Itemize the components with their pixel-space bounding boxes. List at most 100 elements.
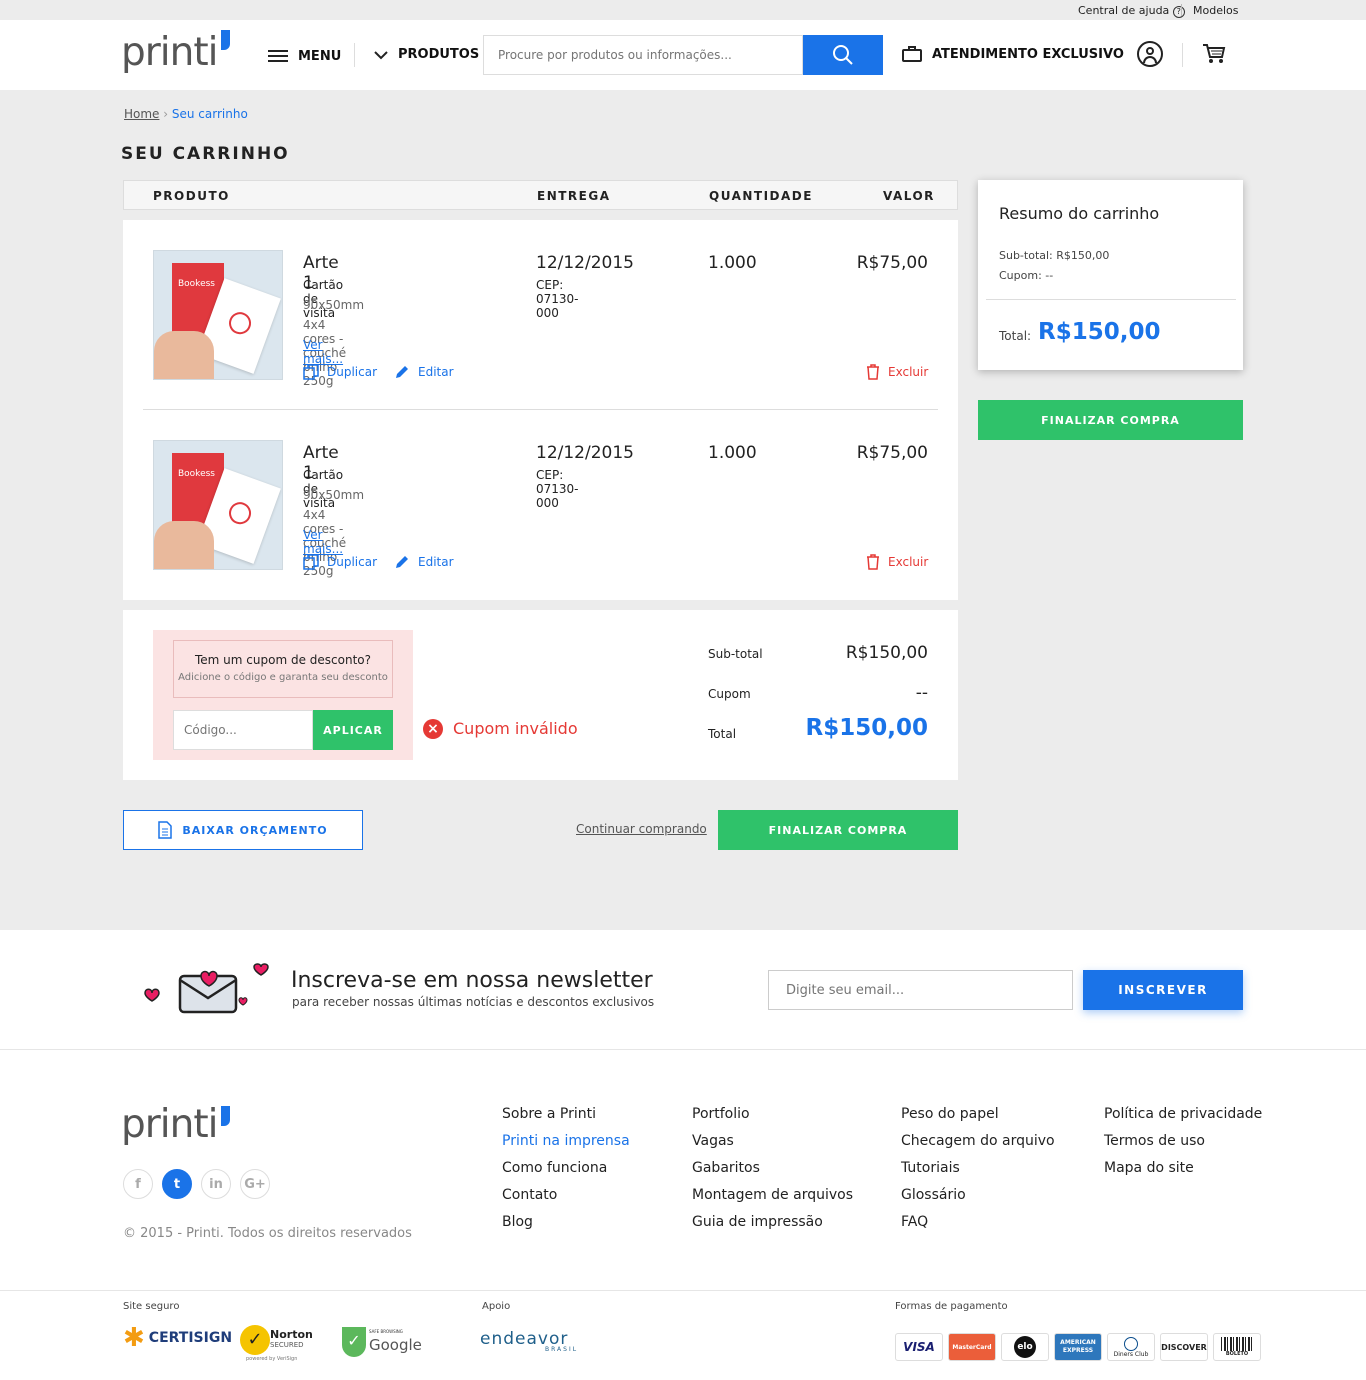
footer-link-paper-weight[interactable]: Peso do papel [901,1106,1055,1122]
search-input[interactable] [483,35,803,75]
see-more-link[interactable]: Ver mais... [303,528,343,556]
summary-subtotal: Sub-total: R$150,00 [999,249,1110,262]
top-bar: Central de ajuda ? Modelos [0,0,1366,20]
models-link[interactable]: Modelos [1193,4,1239,17]
footer-link-portfolio[interactable]: Portfolio [692,1106,853,1122]
footer-link-file-assembly[interactable]: Montagem de arquivos [692,1187,853,1203]
footer-link-terms[interactable]: Termos de uso [1104,1133,1262,1149]
footer-col-4: Política de privacidade Termos de uso Ma… [1104,1106,1262,1187]
duplicate-label: Duplicar [327,555,378,569]
user-account-icon[interactable] [1137,41,1163,67]
cart-icon[interactable] [1202,43,1226,65]
footer-link-contact[interactable]: Contato [502,1187,630,1203]
exclusive-support-link[interactable]: ATENDIMENTO EXCLUSIVO [902,46,1124,62]
footer-link-jobs[interactable]: Vagas [692,1133,853,1149]
cart-summary: Resumo do carrinho Sub-total: R$150,00 C… [978,180,1243,370]
logo-text: printi [121,30,218,75]
products-button[interactable]: PRODUTOS [374,47,479,62]
item-delivery-date: 12/12/2015 [536,443,634,463]
mastercard-icon: MasterCard [948,1333,996,1361]
edit-button[interactable]: Editar [394,364,454,380]
footer-link-how-it-works[interactable]: Como funciona [502,1160,630,1176]
help-center-link[interactable]: Central de ajuda ? [1078,4,1185,18]
product-thumbnail[interactable]: Bookess [153,250,283,380]
copyright: © 2015 - Printi. Todos os direitos reser… [123,1226,412,1241]
footer-link-press[interactable]: Printi na imprensa [502,1133,630,1149]
duplicate-icon [303,554,319,570]
discover-icon: DISCOVER [1160,1333,1208,1361]
newsletter-email-input[interactable] [768,970,1073,1010]
newsletter-subtitle: para receber nossas últimas notícias e d… [292,995,655,1009]
duplicate-label: Duplicar [327,365,378,379]
checkout-button[interactable]: FINALIZAR COMPRA [718,810,958,850]
certisign-seal: ✱ CERTISIGN [123,1325,232,1351]
coupon-subtitle: Adicione o código e garanta seu desconto [178,672,388,683]
remove-label: Excluir [888,365,929,379]
google-plus-icon[interactable]: G+ [240,1169,270,1199]
footer-link-about[interactable]: Sobre a Printi [502,1106,630,1122]
footer-col-2: Portfolio Vagas Gabaritos Montagem de ar… [692,1106,853,1241]
trash-icon [867,554,879,570]
envelope-hearts-icon [144,963,269,1014]
verisign-text: powered by VeriSign [246,1356,298,1362]
footer-link-sitemap[interactable]: Mapa do site [1104,1160,1262,1176]
search-button[interactable] [803,35,883,75]
apply-coupon-button[interactable]: APLICAR [313,710,393,750]
header-quantity: QUANTIDADE [709,189,813,203]
footer-link-glossary[interactable]: Glossário [901,1187,1055,1203]
footer-col-1: Sobre a Printi Printi na imprensa Como f… [502,1106,630,1241]
footer-divider [0,1290,1366,1291]
remove-button[interactable]: Excluir [866,554,928,570]
item-price: R$75,00 [856,253,928,273]
google-text: Google [369,1336,422,1354]
footer: printi f t in G+ © 2015 - Printi. Todos … [0,1050,1366,1380]
safe-browsing-text: SAFE BROWSING [369,1329,403,1334]
linkedin-icon[interactable]: in [201,1169,231,1199]
continue-shopping-link[interactable]: Continuar comprando [576,822,707,836]
diners-card: Diners Club [1107,1333,1155,1361]
menu-button[interactable]: MENU [268,47,341,65]
boleto-card: BOLETO [1213,1333,1261,1361]
duplicate-button[interactable]: Duplicar [303,364,377,380]
footer-link-privacy[interactable]: Política de privacidade [1104,1106,1262,1122]
footer-link-file-check[interactable]: Checagem do arquivo [901,1133,1055,1149]
thumbnail-hand [154,331,214,379]
summary-checkout-button[interactable]: FINALIZAR COMPRA [978,400,1243,440]
footer-link-faq[interactable]: FAQ [901,1214,1055,1230]
twitter-icon[interactable]: t [162,1169,192,1199]
item-size: 90x50mm [303,488,365,502]
footer-link-blog[interactable]: Blog [502,1214,630,1230]
subscribe-button[interactable]: INSCREVER [1083,970,1243,1010]
footer-logo[interactable]: printi [121,1102,230,1147]
coupon-info: Tem um cupom de desconto? Adicione o cód… [173,640,393,698]
footer-col-3: Peso do papel Checagem do arquivo Tutori… [901,1106,1055,1241]
item-delivery-date: 12/12/2015 [536,253,634,273]
cart-table-header: PRODUTO ENTREGA QUANTIDADE VALOR [123,180,958,210]
newsletter-section: Inscreva-se em nossa newsletter para rec… [0,930,1366,1050]
footer-link-tutorials[interactable]: Tutoriais [901,1160,1055,1176]
help-icon: ? [1172,6,1185,18]
duplicate-button[interactable]: Duplicar [303,554,377,570]
header-value: VALOR [883,189,935,203]
footer-link-templates[interactable]: Gabaritos [692,1160,853,1176]
newsletter-title: Inscreva-se em nossa newsletter [291,968,653,993]
thumbnail-hand [154,521,214,569]
secure-site-label: Site seguro [123,1301,180,1312]
remove-button[interactable]: Excluir [866,364,928,380]
facebook-icon[interactable]: f [123,1169,153,1199]
coupon-code-input[interactable] [173,710,313,750]
footer-link-print-guide[interactable]: Guia de impressão [692,1214,853,1230]
footer-logo-text: printi [121,1102,218,1147]
remove-label: Excluir [888,555,929,569]
coupon-error-message: Cupom inválido [453,719,578,738]
download-quote-button[interactable]: BAIXAR ORÇAMENTO [123,810,363,850]
logo[interactable]: printi [121,30,230,75]
download-label: BAIXAR ORÇAMENTO [182,823,328,837]
elo-card: elo [1001,1333,1049,1361]
breadcrumb-home-link[interactable]: Home [124,107,159,121]
product-thumbnail[interactable]: Bookess [153,440,283,570]
see-more-link[interactable]: Ver mais... [303,338,343,366]
item-divider [143,409,938,410]
boleto-text: BOLETO [1225,1351,1249,1357]
edit-button[interactable]: Editar [394,554,454,570]
